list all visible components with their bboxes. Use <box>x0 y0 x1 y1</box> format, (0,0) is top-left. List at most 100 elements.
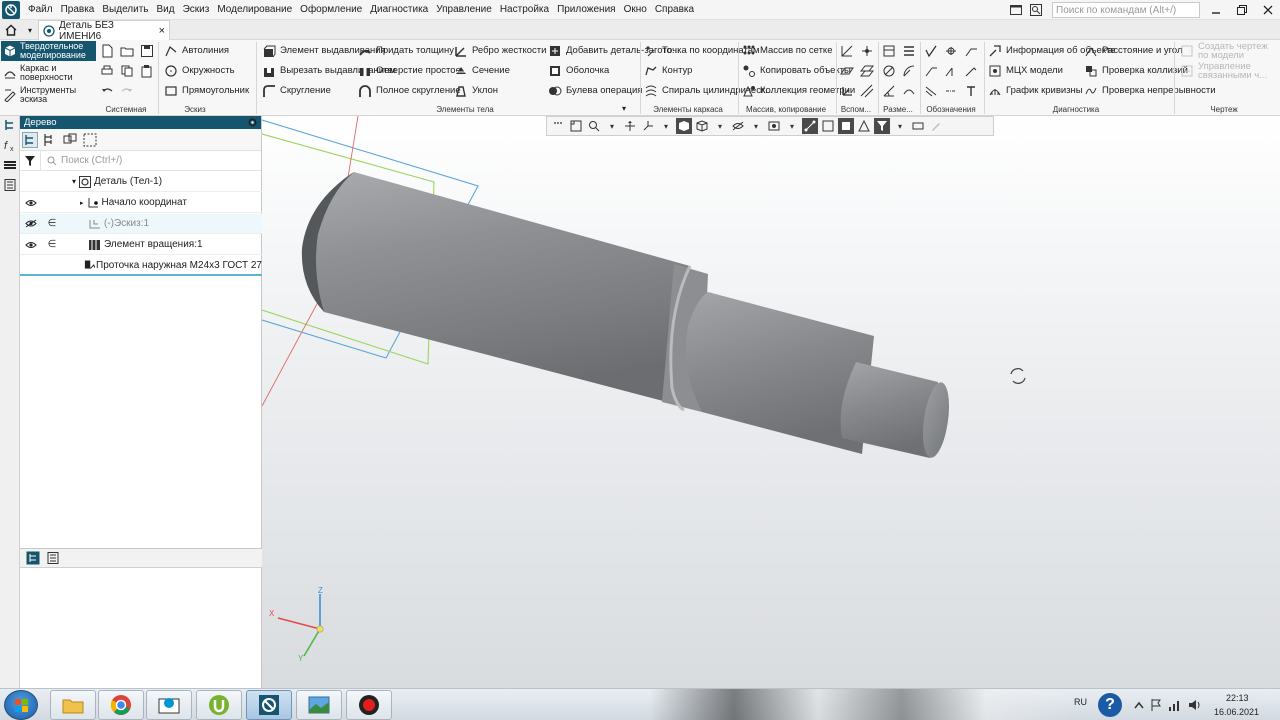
tree-search-input[interactable]: Поиск (Ctrl+/) <box>40 150 261 171</box>
radius-dimension-icon[interactable] <box>902 64 916 78</box>
paste-icon[interactable] <box>140 64 154 78</box>
diameter-dimension-icon[interactable] <box>882 64 896 78</box>
aux-point-icon[interactable] <box>860 44 874 58</box>
new-document-icon[interactable] <box>100 44 114 58</box>
angular-dimension-icon[interactable] <box>882 84 896 98</box>
properties-icon[interactable] <box>3 178 17 192</box>
flag-icon[interactable] <box>1150 698 1162 712</box>
language-indicator[interactable]: RU <box>1074 697 1087 707</box>
menu-edit[interactable]: Правка <box>57 0 99 20</box>
save-icon[interactable] <box>140 44 154 58</box>
tool-boolean[interactable]: Булева операция <box>548 81 642 101</box>
redo-icon[interactable] <box>120 84 134 98</box>
menu-view[interactable]: Вид <box>153 0 179 20</box>
command-search-input[interactable]: Поиск по командам (Alt+/) <box>1052 2 1200 18</box>
tool-hole[interactable]: Отверстие простое <box>358 61 461 81</box>
network-icon[interactable] <box>1168 698 1182 712</box>
menu-apps[interactable]: Приложения <box>553 0 620 20</box>
menu-select[interactable]: Выделить <box>98 0 152 20</box>
thread-icon[interactable] <box>924 84 938 98</box>
gear-icon[interactable] <box>247 117 258 128</box>
taskbar-hp[interactable] <box>146 690 192 720</box>
axis-line-icon[interactable] <box>944 84 958 98</box>
copy-icon[interactable] <box>120 64 134 78</box>
layers-icon[interactable] <box>3 158 17 172</box>
leader-icon[interactable] <box>964 44 978 58</box>
properties-tab-icon[interactable] <box>46 551 60 565</box>
tool-distance-angle[interactable]: Расстояние и угол <box>1084 41 1183 61</box>
tool-rib[interactable]: Ребро жесткости <box>454 41 546 61</box>
mode-frame-surfaces[interactable]: Каркас и поверхности <box>1 63 96 83</box>
taskbar-kompas[interactable] <box>246 690 292 720</box>
tool-continuity-check[interactable]: Проверка непрерывности <box>1084 81 1216 101</box>
tray-expand-icon[interactable] <box>1134 700 1144 710</box>
arc-dimension-icon[interactable] <box>902 84 916 98</box>
clock-date[interactable]: 16.06.2021 <box>1214 707 1259 717</box>
home-icon[interactable] <box>0 20 22 40</box>
tool-copy-objects[interactable]: Копировать объекты <box>742 61 851 81</box>
dimension-list-icon[interactable] <box>902 44 916 58</box>
menu-file[interactable]: Файл <box>24 0 57 20</box>
volume-icon[interactable] <box>1188 698 1202 712</box>
tree-tab-icon[interactable] <box>26 551 40 565</box>
variables-icon[interactable]: fx <box>3 138 17 152</box>
taskbar-explorer[interactable] <box>50 690 96 720</box>
tool-circle[interactable]: Окружность <box>164 61 235 81</box>
expand-icon[interactable]: ▸ <box>80 199 84 207</box>
linear-dimension-icon[interactable] <box>882 44 896 58</box>
menu-design[interactable]: Оформление <box>296 0 366 20</box>
start-button[interactable] <box>4 690 38 720</box>
tree-node-sketch[interactable]: ∈ (-)Эскиз:1 <box>20 214 262 234</box>
tool-rectangle[interactable]: Прямоугольник <box>164 81 249 101</box>
tree-node-part[interactable]: ▾ Деталь (Тел-1) <box>20 172 262 192</box>
menu-window[interactable]: Окно <box>620 0 651 20</box>
tool-fillet[interactable]: Скругление <box>262 81 331 101</box>
tab-close-icon[interactable]: × <box>159 25 165 37</box>
print-icon[interactable] <box>100 64 114 78</box>
aux-lcs-icon[interactable] <box>840 84 854 98</box>
tree-link-icon[interactable] <box>62 132 78 148</box>
tool-create-drawing[interactable]: Создать чертеж по модели <box>1180 41 1276 61</box>
tool-full-fillet[interactable]: Полное скругление <box>358 81 461 101</box>
menu-settings[interactable]: Настройка <box>496 0 553 20</box>
text-note-icon[interactable] <box>964 84 978 98</box>
taskbar-photos[interactable] <box>296 690 342 720</box>
tool-thicken[interactable]: Придать толщину <box>358 41 454 61</box>
weld-icon[interactable] <box>964 64 978 78</box>
tool-autoline[interactable]: Автолиния <box>164 41 229 61</box>
tool-contour[interactable]: Контур <box>644 61 692 81</box>
tool-draft[interactable]: Уклон <box>454 81 498 101</box>
layout-toggle-icon[interactable] <box>1008 2 1024 18</box>
minimize-button[interactable] <box>1208 2 1224 18</box>
search-icon[interactable] <box>1028 2 1044 18</box>
filter-icon[interactable] <box>20 155 40 167</box>
close-button[interactable] <box>1260 2 1276 18</box>
taskbar-utorrent[interactable] <box>196 690 242 720</box>
tool-geometry-collection[interactable]: Коллекция геометрии <box>742 81 855 101</box>
eye-icon[interactable] <box>20 199 42 207</box>
undo-icon[interactable] <box>100 84 114 98</box>
tree-panel-icon[interactable] <box>3 118 17 132</box>
menu-diagnostics[interactable]: Диагностика <box>366 0 432 20</box>
3d-viewport[interactable]: ▾ ▾ ▾ ▾ ▾ ▾ Z X Y <box>262 116 1280 688</box>
aux-axis-icon[interactable] <box>840 44 854 58</box>
aux-plane-icon[interactable] <box>840 64 854 78</box>
tool-manage-linked-drawings[interactable]: Управление связанными ч... <box>1180 61 1276 81</box>
collapse-icon[interactable]: ▾ <box>72 177 76 186</box>
help-icon[interactable]: ? <box>1098 693 1122 717</box>
tool-collision-check[interactable]: Проверка коллизий <box>1084 61 1188 81</box>
open-folder-icon[interactable] <box>120 44 134 58</box>
tree-node-origin[interactable]: ▸ Начало координат <box>20 193 262 213</box>
mark-icon[interactable] <box>944 64 958 78</box>
shaft-3d-model[interactable] <box>262 116 1280 688</box>
tree-structure-icon[interactable] <box>22 131 38 148</box>
tool-curvature-graph[interactable]: График кривизны <box>988 81 1083 101</box>
tree-select-icon[interactable] <box>82 132 98 148</box>
eye-hidden-icon[interactable] <box>20 219 42 228</box>
tool-section[interactable]: Сечение <box>454 61 510 81</box>
mode-sketch-tools[interactable]: Инструменты эскиза <box>1 85 96 105</box>
menu-manage[interactable]: Управление <box>432 0 496 20</box>
aux-hatch-icon[interactable] <box>860 84 874 98</box>
tab-document[interactable]: Деталь БЕЗ ИМЕНИ6 × <box>38 20 170 42</box>
tree-sequence-icon[interactable] <box>42 132 58 148</box>
